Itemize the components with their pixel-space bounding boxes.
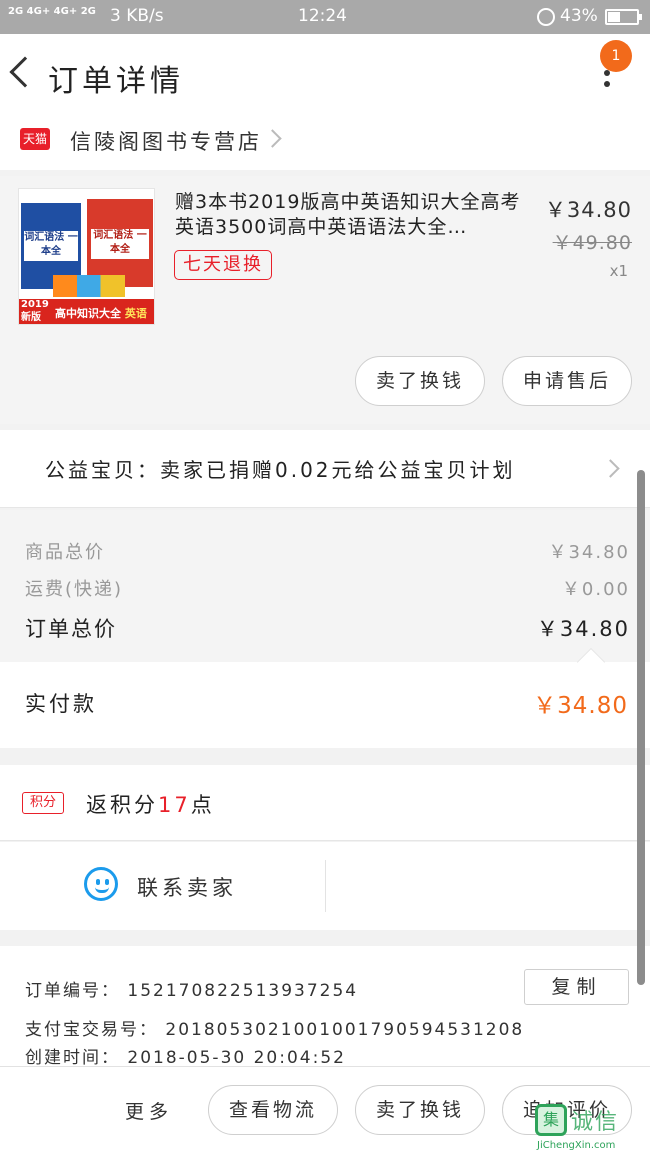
product-quantity: x1 — [609, 262, 628, 280]
order-total-row: 订单总价 ￥34.80 — [25, 613, 630, 643]
points-badge: 积分 — [22, 792, 64, 814]
chat-smiley-icon[interactable] — [84, 867, 118, 901]
chevron-right-icon — [263, 129, 282, 148]
order-total-value: ￥34.80 — [536, 617, 630, 641]
shipping-row: 运费(快递) ￥0.00 — [25, 575, 630, 601]
site-watermark: 集 诚信 JiChengXin.com — [533, 1100, 650, 1155]
original-price: ￥49.80 — [552, 232, 632, 254]
created-time: 创建时间： 2018-05-30 20:04:52 — [25, 1048, 346, 1068]
watermark-logo: 集 — [535, 1104, 567, 1136]
shipping-label: 运费(快递) — [25, 579, 124, 600]
scrollbar[interactable] — [637, 470, 645, 985]
more-options-icon[interactable] — [600, 70, 614, 94]
product-title[interactable]: 赠3本书2019版高中英语知识大全高考英语3500词高中英语语法大全… — [175, 190, 535, 242]
goods-total-value: ￥34.80 — [548, 542, 630, 563]
back-arrow-icon[interactable] — [9, 56, 41, 88]
goods-total-label: 商品总价 — [25, 542, 105, 563]
battery-percent: 43% — [560, 6, 598, 26]
page-header: 订单详情 1 — [0, 34, 650, 120]
book-cover-image: 词汇语法 一本全 — [87, 199, 153, 287]
product-item[interactable]: 词汇语法 一本全 词汇语法 一本全 2019 新版 高中知识大全 英语 赠3本书… — [0, 176, 650, 424]
book-cover-label: 词汇语法 一本全 — [24, 231, 78, 261]
shipping-value: ￥0.00 — [561, 579, 630, 600]
shop-row[interactable]: 天猫 信陵阁图书专营店 — [0, 120, 650, 170]
price-summary: 商品总价 ￥34.80 运费(快递) ￥0.00 订单总价 ￥34.80 — [0, 510, 650, 662]
rotation-lock-icon — [537, 8, 555, 26]
order-total-label: 订单总价 — [25, 617, 117, 641]
charity-text: 公益宝贝：卖家已捐赠0.02元给公益宝贝计划 — [45, 458, 516, 482]
page-title: 订单详情 — [48, 64, 184, 99]
actual-payment-amount: ￥34.80 — [533, 693, 628, 719]
charity-row[interactable]: 公益宝贝：卖家已捐赠0.02元给公益宝贝计划 — [0, 430, 650, 508]
watermark-url: JiChengXin.com — [537, 1140, 616, 1151]
shop-name[interactable]: 信陵阁图书专营店 — [70, 126, 262, 156]
clock: 12:24 — [298, 6, 347, 26]
banner-text: 高中知识大全 英语 — [55, 307, 147, 320]
chevron-right-icon — [601, 459, 620, 478]
banner-year: 2019 — [21, 299, 49, 310]
watermark-text: 诚信 — [571, 1110, 620, 1135]
banner-edition: 新版 — [21, 312, 41, 323]
copy-button[interactable]: 复制 — [524, 969, 629, 1005]
product-price: ￥34.80 — [544, 198, 632, 222]
order-info: 订单编号： 1521708225139372​54 复制 支付宝交易号： 201… — [0, 946, 650, 1068]
bonus-books-image — [53, 275, 125, 297]
battery-icon — [605, 9, 642, 25]
signal-indicator: 2G 4G+ 4G+ 2G — [8, 6, 96, 17]
points-row: 积分 返积分17点 — [0, 765, 650, 841]
more-button[interactable]: 更多 — [125, 1097, 173, 1124]
network-speed: 3 KB/s — [110, 6, 164, 26]
contact-seller-button[interactable]: 联系卖家 — [137, 872, 237, 902]
points-text: 返积分17点 — [86, 793, 215, 817]
view-logistics-button[interactable]: 查看物流 — [208, 1085, 338, 1135]
resell-button[interactable]: 卖了换钱 — [355, 356, 485, 406]
actual-payment-label: 实付款 — [25, 692, 97, 716]
book-cover-label: 词汇语法 一本全 — [91, 229, 149, 259]
product-thumbnail[interactable]: 词汇语法 一本全 词汇语法 一本全 2019 新版 高中知识大全 英语 — [18, 188, 155, 325]
notification-badge: 1 — [600, 40, 632, 72]
contact-seller-section: 联系卖家 — [0, 842, 650, 930]
order-number: 订单编号： 1521708225139372​54 — [25, 981, 359, 1001]
cover-banner: 2019 新版 高中知识大全 英语 — [19, 299, 154, 324]
resell-button-bottom[interactable]: 卖了换钱 — [355, 1085, 485, 1135]
goods-total-row: 商品总价 ￥34.80 — [25, 538, 630, 564]
after-sale-button[interactable]: 申请售后 — [502, 356, 632, 406]
tmall-logo-icon: 天猫 — [20, 128, 50, 150]
seven-day-return-tag: 七天退换 — [174, 250, 272, 280]
alipay-trade-number: 支付宝交易号： 2018053021001001790594531208 — [25, 1020, 525, 1040]
actual-payment-row: 实付款 ￥34.80 — [0, 647, 650, 748]
points-number: 17 — [158, 793, 191, 817]
divider — [325, 860, 326, 912]
status-bar: 2G 4G+ 4G+ 2G 3 KB/s 12:24 43% — [0, 0, 650, 34]
